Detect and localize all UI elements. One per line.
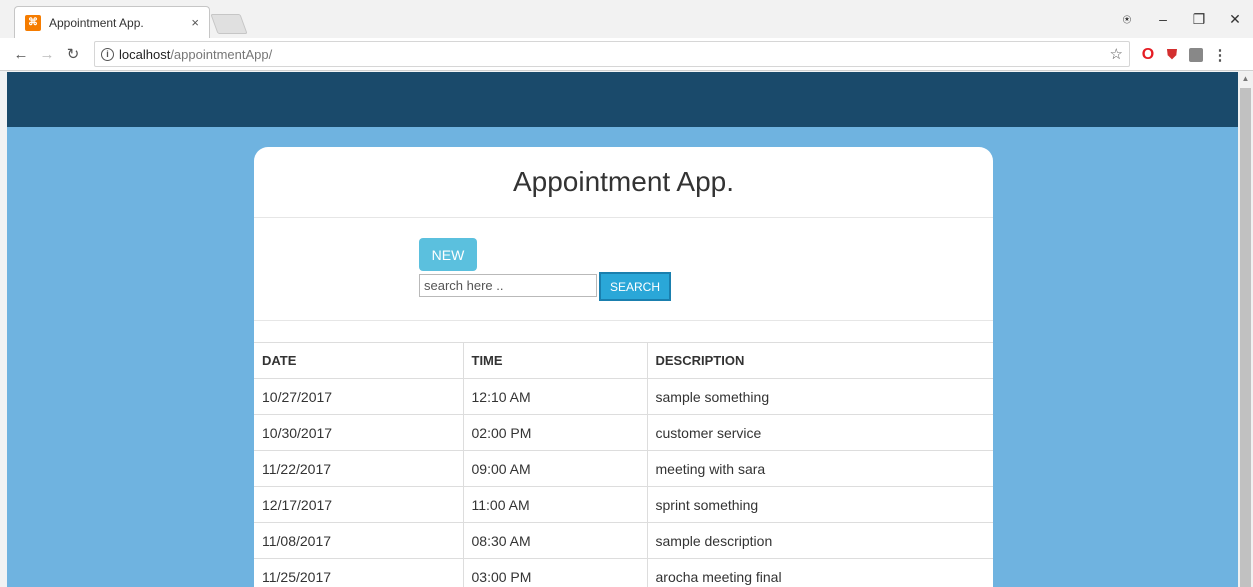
cell-time: 09:00 AM — [463, 450, 648, 487]
controls-section: NEW SEARCH — [254, 218, 993, 321]
new-tab-button[interactable] — [210, 14, 248, 34]
scroll-up-arrow-icon[interactable]: ▲ — [1238, 72, 1253, 86]
minimize-icon[interactable]: – — [1145, 11, 1181, 27]
menu-dots-icon[interactable]: ⋮ — [1208, 46, 1232, 64]
table-row[interactable]: 11/08/2017 08:30 AM sample description — [254, 522, 993, 559]
window-controls: ⍟ – ❐ ✕ — [1109, 0, 1253, 38]
back-icon[interactable]: ← — [8, 46, 34, 63]
cell-time: 11:00 AM — [463, 486, 648, 523]
url-host: localhost — [119, 46, 171, 62]
cell-description: sprint something — [647, 486, 993, 523]
bookmark-star-icon[interactable]: ☆ — [1110, 45, 1123, 63]
tab-strip: ⌘ Appointment App. × ⍟ – ❐ ✕ — [0, 0, 1253, 38]
browser-tab[interactable]: ⌘ Appointment App. × — [14, 6, 210, 38]
cell-date: 10/27/2017 — [254, 378, 464, 415]
extension-box-icon[interactable] — [1189, 47, 1203, 62]
cell-date: 11/08/2017 — [254, 522, 464, 559]
extension-icons: O ⛊ ⋮ — [1136, 38, 1232, 71]
cell-date: 11/25/2017 — [254, 558, 464, 587]
page-title: Appointment App. — [254, 147, 993, 218]
table-row[interactable]: 11/25/2017 03:00 PM arocha meeting final — [254, 558, 993, 587]
table-row[interactable]: 10/30/2017 02:00 PM customer service — [254, 414, 993, 451]
cell-description: sample description — [647, 522, 993, 559]
table-header-row: DATE TIME DESCRIPTION — [254, 342, 993, 379]
appointment-card: Appointment App. NEW SEARCH DATE TIME DE… — [254, 147, 993, 587]
cell-time: 03:00 PM — [463, 558, 648, 587]
scroll-thumb[interactable] — [1240, 88, 1251, 587]
info-icon[interactable]: i — [101, 47, 114, 61]
table-row[interactable]: 12/17/2017 11:00 AM sprint something — [254, 486, 993, 523]
cell-time: 08:30 AM — [463, 522, 648, 559]
xampp-icon: ⌘ — [25, 14, 41, 31]
page-viewport: Appointment App. NEW SEARCH DATE TIME DE… — [7, 72, 1238, 587]
cell-date: 11/22/2017 — [254, 450, 464, 487]
new-button[interactable]: NEW — [419, 238, 477, 271]
column-header-time: TIME — [463, 342, 648, 379]
tab-title: Appointment App. — [49, 15, 144, 30]
cell-time: 02:00 PM — [463, 414, 648, 451]
cell-description: customer service — [647, 414, 993, 451]
opera-icon[interactable]: O — [1136, 46, 1160, 64]
cell-description: meeting with sara — [647, 450, 993, 487]
table-row[interactable]: 11/22/2017 09:00 AM meeting with sara — [254, 450, 993, 487]
search-input[interactable] — [419, 274, 597, 297]
vertical-scrollbar[interactable]: ▲ — [1238, 72, 1253, 587]
appointments-table: DATE TIME DESCRIPTION 10/27/2017 12:10 A… — [254, 342, 993, 587]
shield-icon[interactable]: ⛊ — [1160, 46, 1184, 63]
url-path: /appointmentApp/ — [170, 46, 273, 62]
close-tab-icon[interactable]: × — [191, 15, 199, 30]
cell-time: 12:10 AM — [463, 378, 648, 415]
reload-icon[interactable]: ↻ — [60, 45, 86, 63]
close-window-icon[interactable]: ✕ — [1217, 11, 1253, 28]
browser-toolbar: ← → ↻ i localhost /appointmentApp/ ☆ O ⛊… — [0, 38, 1253, 71]
search-button[interactable]: SEARCH — [599, 272, 671, 301]
cell-description: sample something — [647, 378, 993, 415]
page-header-bar — [7, 72, 1238, 127]
cell-date: 10/30/2017 — [254, 414, 464, 451]
profile-icon[interactable]: ⍟ — [1109, 11, 1145, 28]
forward-icon[interactable]: → — [34, 46, 60, 63]
column-header-description: DESCRIPTION — [647, 342, 993, 379]
table-row[interactable]: 10/27/2017 12:10 AM sample something — [254, 378, 993, 415]
column-header-date: DATE — [254, 342, 464, 379]
cell-description: arocha meeting final — [647, 558, 993, 587]
restore-icon[interactable]: ❐ — [1181, 11, 1217, 28]
cell-date: 12/17/2017 — [254, 486, 464, 523]
address-bar[interactable]: i localhost /appointmentApp/ ☆ — [94, 41, 1130, 67]
